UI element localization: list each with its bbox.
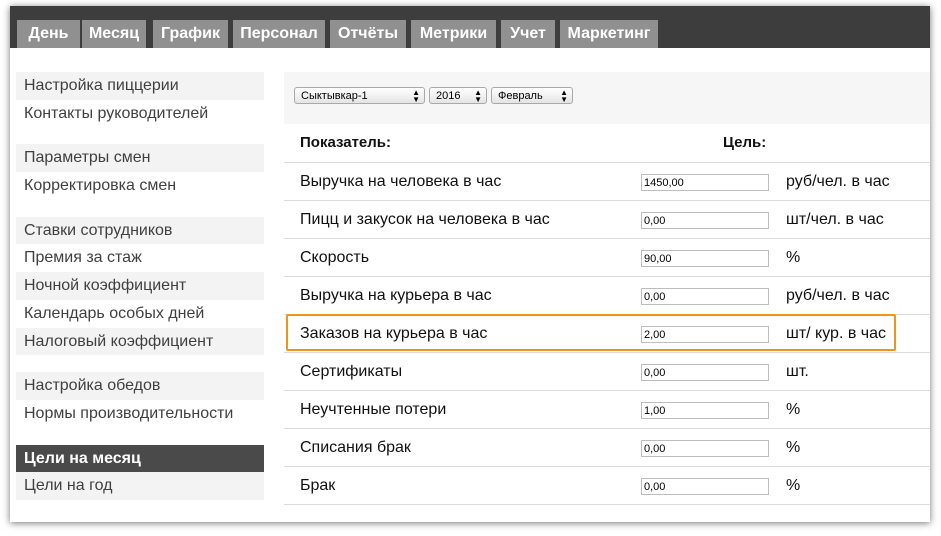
table-row: Списания брак % — [284, 429, 930, 467]
header-target: Цель: — [723, 134, 767, 151]
tab-month[interactable]: Месяц — [82, 20, 146, 48]
tab-accounting[interactable]: Учет — [501, 20, 555, 48]
select-arrows-icon: ▲ ▼ — [560, 88, 568, 104]
sidebar-item-year-goals[interactable]: Цели на год — [16, 472, 264, 500]
target-input[interactable] — [641, 402, 769, 419]
table-row: Пицц и закусок на человека в час шт/чел.… — [284, 201, 930, 239]
row-label: Сертификаты — [300, 363, 403, 380]
tab-metrics[interactable]: Метрики — [411, 20, 496, 48]
sidebar-item-pizzeria-settings[interactable]: Настройка пиццерии — [16, 72, 264, 100]
top-nav: День Месяц График Персонал Отчёты Метрик… — [10, 6, 930, 48]
sidebar-item-special-days[interactable]: Календарь особых дней — [16, 299, 264, 328]
row-unit: % — [786, 401, 801, 418]
tab-day[interactable]: День — [17, 20, 80, 48]
target-input[interactable] — [641, 212, 769, 229]
month-select[interactable]: Февраль ▲ ▼ — [491, 87, 573, 104]
filter-bar: Сыктывкар-1 ▲ ▼ 2016 ▲ ▼ Февраль ▲ ▼ — [284, 72, 930, 124]
row-label: Скорость — [300, 249, 370, 266]
sidebar-item-lunch-settings[interactable]: Настройка обедов — [16, 372, 264, 400]
sidebar-item-manager-contacts[interactable]: Контакты руководителей — [16, 99, 264, 128]
row-unit: % — [786, 477, 801, 494]
header-indicator: Показатель: — [300, 134, 392, 151]
select-arrows-icon: ▲ ▼ — [474, 88, 482, 104]
select-arrows-icon: ▲ ▼ — [412, 88, 420, 104]
sidebar-group-shifts: Параметры смен Корректировка смен — [16, 144, 264, 200]
sidebar-group-goals: Цели на месяц Цели на год — [16, 444, 264, 500]
target-input[interactable] — [641, 440, 769, 457]
row-unit: % — [786, 249, 801, 266]
row-unit: шт/ кур. в час — [786, 325, 887, 342]
target-input[interactable] — [641, 174, 769, 191]
row-label: Брак — [300, 477, 336, 494]
tab-staff[interactable]: Персонал — [233, 20, 325, 48]
sidebar-item-shift-correction[interactable]: Корректировка смен — [16, 172, 264, 200]
tab-marketing[interactable]: Маркетинг — [560, 20, 658, 48]
year-select[interactable]: 2016 ▲ ▼ — [429, 87, 487, 104]
tab-reports[interactable]: Отчёты — [330, 20, 406, 48]
row-label: Пицц и закусок на человека в час — [300, 211, 550, 228]
table-row-highlighted: Заказов на курьера в час шт/ кур. в час — [284, 314, 930, 353]
row-unit: % — [786, 439, 801, 456]
row-label: Списания брак — [300, 439, 411, 456]
sidebar-item-productivity-norms[interactable]: Нормы производительности — [16, 399, 264, 428]
sidebar-item-month-goals[interactable]: Цели на месяц — [16, 444, 264, 473]
row-label: Неучтенные потери — [300, 401, 447, 418]
target-input[interactable] — [641, 326, 769, 343]
sidebar-item-seniority-bonus[interactable]: Премия за стаж — [16, 244, 264, 273]
month-select-value: Февраль — [498, 90, 543, 102]
target-input[interactable] — [641, 478, 769, 495]
row-unit: руб/чел. в час — [786, 287, 890, 304]
row-label: Выручка на человека в час — [300, 173, 502, 190]
row-label: Выручка на курьера в час — [300, 287, 492, 304]
main-content: Сыктывкар-1 ▲ ▼ 2016 ▲ ▼ Февраль ▲ ▼ Показа… — [284, 72, 930, 505]
app-window: День Месяц График Персонал Отчёты Метрик… — [10, 6, 930, 522]
goals-table-header: Показатель: Цель: — [284, 124, 930, 163]
city-select-value: Сыктывкар-1 — [301, 90, 368, 102]
sidebar-item-night-coef[interactable]: Ночной коэффициент — [16, 272, 264, 300]
sidebar-item-staff-rates[interactable]: Ставки сотрудников — [16, 216, 264, 245]
sidebar-group-pizzeria: Настройка пиццерии Контакты руководителе… — [16, 72, 264, 128]
target-input[interactable] — [641, 364, 769, 381]
row-unit: шт. — [786, 363, 809, 380]
tab-schedule[interactable]: График — [153, 20, 228, 48]
target-input[interactable] — [641, 288, 769, 305]
row-unit: шт/чел. в час — [786, 211, 884, 228]
sidebar-item-shift-params[interactable]: Параметры смен — [16, 144, 264, 173]
table-row: Скорость % — [284, 239, 930, 277]
table-row: Брак % — [284, 467, 930, 505]
row-label: Заказов на курьера в час — [300, 325, 488, 342]
table-row: Выручка на курьера в час руб/чел. в час — [284, 277, 930, 315]
sidebar: Настройка пиццерии Контакты руководителе… — [16, 72, 264, 517]
city-select[interactable]: Сыктывкар-1 ▲ ▼ — [294, 87, 425, 104]
table-row: Выручка на человека в час руб/чел. в час — [284, 163, 930, 201]
table-row: Сертификаты шт. — [284, 353, 930, 391]
target-input[interactable] — [641, 250, 769, 267]
sidebar-group-norms: Настройка обедов Нормы производительност… — [16, 372, 264, 428]
sidebar-group-rates: Ставки сотрудников Премия за стаж Ночной… — [16, 216, 264, 356]
row-unit: руб/чел. в час — [786, 173, 890, 190]
sidebar-item-tax-coef[interactable]: Налоговый коэффициент — [16, 327, 264, 356]
table-row: Неучтенные потери % — [284, 391, 930, 429]
year-select-value: 2016 — [436, 90, 461, 102]
